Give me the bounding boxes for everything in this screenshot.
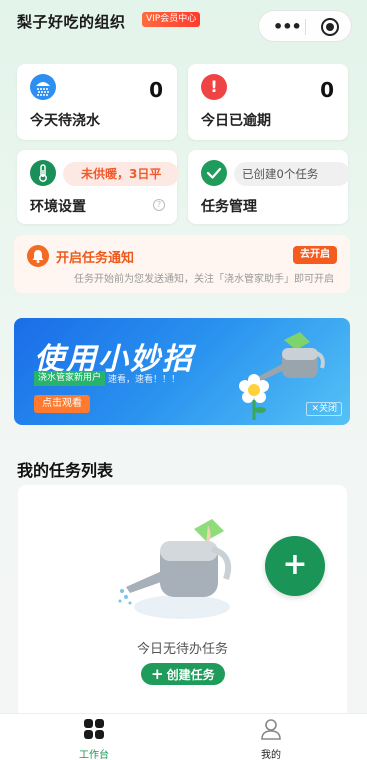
task-management-label: 任务管理: [201, 199, 257, 215]
task-list-title: 我的任务列表: [17, 461, 114, 480]
tab-workbench[interactable]: 工作台: [54, 718, 134, 760]
vip-badge[interactable]: VIP会员中心: [142, 12, 201, 27]
task-notification-bar: 开启任务通知 任务开始前为您发送通知，关注「浇水管家助手」即可开启 去开启: [14, 235, 350, 293]
create-task-button[interactable]: + 创建任务: [141, 663, 225, 685]
overdue-count: 0: [320, 78, 334, 102]
empty-state-text: 今日无待办任务: [136, 642, 228, 657]
overdue-card[interactable]: ! 0 今日已逾期: [188, 64, 348, 140]
header: 梨子好吃的组织 VIP会员中心 •••: [0, 0, 367, 48]
pending-watering-card[interactable]: 0 今天待浇水: [17, 64, 177, 140]
notification-title: 开启任务通知: [56, 251, 135, 266]
miniprogram-capsule: •••: [258, 10, 352, 42]
more-icon[interactable]: •••: [273, 17, 302, 36]
check-icon: [201, 160, 227, 186]
notification-description: 任务开始前为您发送通知，关注「浇水管家助手」即可开启: [74, 274, 334, 285]
banner-close-label: 关闭: [318, 404, 337, 414]
banner-subtext: 速看，速看！！！: [108, 375, 181, 385]
new-user-tag: 浇水管家新用户: [34, 371, 106, 386]
tab-mine[interactable]: 我的: [231, 718, 311, 760]
watch-button[interactable]: 点击观看: [34, 395, 90, 413]
user-icon: [261, 719, 281, 740]
environment-settings-card[interactable]: 未供暖，3日平 环境设置 ?: [17, 150, 179, 224]
overdue-label: 今日已逾期: [201, 113, 271, 129]
environment-settings-label: 环境设置: [30, 199, 86, 215]
workbench-grid-icon: [84, 719, 104, 739]
help-icon[interactable]: ?: [153, 199, 165, 211]
bell-icon: [27, 245, 49, 267]
pending-watering-label: 今天待浇水: [30, 113, 100, 129]
close-icon: ✕: [311, 404, 319, 414]
bottom-tab-bar: 工作台 我的: [0, 713, 367, 760]
capsule-divider: [305, 19, 306, 35]
task-management-card[interactable]: 已创建0个任务 任务管理: [188, 150, 350, 224]
alert-icon: !: [201, 74, 227, 100]
thermometer-icon: [30, 160, 56, 186]
pending-watering-count: 0: [149, 78, 163, 102]
banner-close-button[interactable]: ✕关闭: [306, 402, 342, 416]
tab-mine-label: 我的: [261, 750, 281, 760]
empty-watering-can-illustration: [118, 519, 232, 619]
create-task-label: 创建任务: [166, 668, 215, 682]
environment-status-pill: 未供暖，3日平: [63, 162, 179, 186]
tab-workbench-label: 工作台: [79, 750, 109, 760]
shower-icon: [30, 74, 56, 100]
task-list-panel: + 今日无待办任务 + 创建任务: [18, 485, 347, 725]
plus-icon: +: [151, 665, 164, 683]
task-count-pill: 已创建0个任务: [234, 162, 350, 186]
close-target-icon[interactable]: [321, 18, 339, 36]
enable-notification-button[interactable]: 去开启: [293, 246, 337, 264]
org-title[interactable]: 梨子好吃的组织: [17, 11, 126, 32]
add-task-fab[interactable]: +: [265, 536, 325, 596]
tips-banner[interactable]: 使用小妙招 浇水管家新用户 速看，速看！！！ 点击观看 ✕关闭: [14, 318, 350, 425]
